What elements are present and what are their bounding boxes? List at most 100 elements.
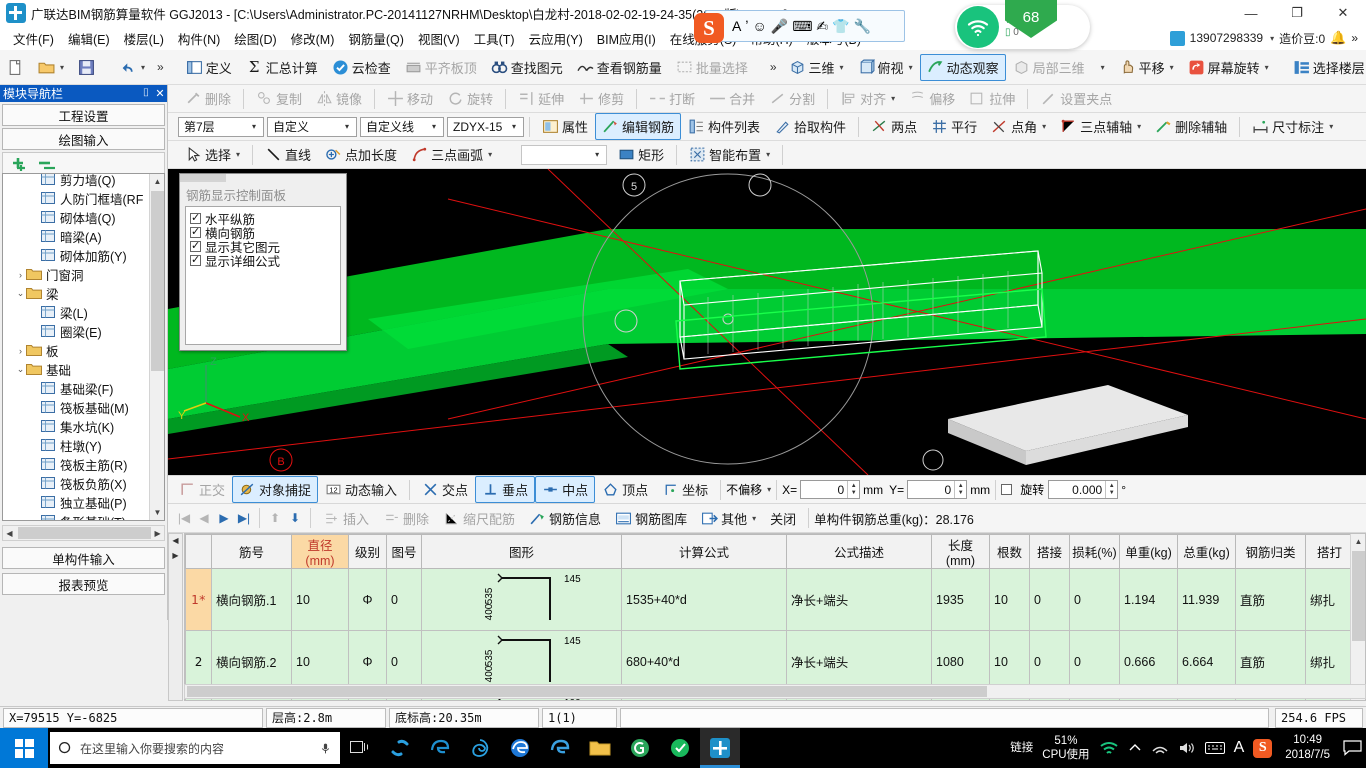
overflow-icon[interactable]: » xyxy=(1351,31,1358,45)
move-down-icon[interactable]: ⬇ xyxy=(285,511,305,525)
find-element-button[interactable]: 查找图元 xyxy=(484,54,570,81)
tree-node-1[interactable]: 人防门框墙(RF xyxy=(3,189,155,208)
chevron-down-icon[interactable]: ▾ xyxy=(1137,122,1141,131)
undo-button[interactable]: ▾ xyxy=(112,55,152,80)
tree-node-9[interactable]: › 板 xyxy=(3,341,155,360)
tree-node-14[interactable]: 柱墩(Y) xyxy=(3,436,155,455)
minimize-button[interactable]: — xyxy=(1228,0,1274,26)
rebar-table-grid[interactable]: 筋号 直径(mm) 级别 图号 图形 计算公式 公式描述 长度(mm) 根数 搭接 损耗(%) 单重(… xyxy=(185,534,1354,700)
checkbox-icon[interactable] xyxy=(190,239,201,252)
cell-category[interactable]: 直筋 xyxy=(1235,568,1306,631)
tree-node-6[interactable]: ⌄ 梁 xyxy=(3,284,155,303)
parallel-axis-button[interactable]: 平行 xyxy=(924,113,984,140)
trim-button[interactable]: 修剪 xyxy=(571,85,631,112)
align-slab-top-button[interactable]: 平齐板顶 xyxy=(398,54,484,81)
cell-rebar-name[interactable]: 横向钢筋.1 xyxy=(211,568,292,631)
column-header-12[interactable]: 单重(kg) xyxy=(1119,534,1178,569)
cell-shape[interactable]: 535 400 145 xyxy=(421,568,622,631)
column-header-6[interactable]: 计算公式 xyxy=(621,534,787,569)
two-point-axis-button[interactable]: 两点 xyxy=(864,113,924,140)
cell-description[interactable]: 净长+端头 xyxy=(786,568,932,631)
pin-icon[interactable]: ⌷ xyxy=(139,87,153,100)
tree-horizontal-scrollbar[interactable]: ◀ ▶ xyxy=(2,525,165,541)
view-rebar-qty-button[interactable]: 查看钢筋量 xyxy=(570,54,669,81)
chevron-down-icon[interactable]: ▾ xyxy=(1265,63,1269,72)
member-select[interactable]: ZDYX-15 ▾ xyxy=(447,116,524,137)
pan-button[interactable]: 平移 ▾ xyxy=(1112,54,1181,81)
account-coins[interactable]: 造价豆:0 xyxy=(1279,30,1325,47)
select-tool-button[interactable]: 选择 ▾ xyxy=(178,141,247,168)
menu-draw[interactable]: 绘图(D) xyxy=(227,27,283,50)
column-header-3[interactable]: 级别 xyxy=(348,534,387,569)
scroll-up-icon[interactable]: ▲ xyxy=(1351,534,1365,549)
model-viewport[interactable]: 5 B Z X Y 钢筋显示控制面板 ✓ 水平纵筋 ✓ 横向钢筋 ✓ 显示其它图… xyxy=(168,169,1366,475)
sogou-tray-icon[interactable]: S xyxy=(1253,738,1273,758)
checkbox-icon[interactable] xyxy=(190,225,201,238)
break-button[interactable]: 打断 xyxy=(642,85,702,112)
dynamic-input-toggle[interactable]: 12 动态输入 xyxy=(318,476,404,503)
other-button[interactable]: 其他 ▾ xyxy=(694,505,763,532)
rebar-library-button[interactable]: 钢筋图库 xyxy=(608,505,694,532)
menu-view[interactable]: 视图(V) xyxy=(411,27,467,50)
close-icon[interactable]: ✕ xyxy=(153,87,167,100)
column-header-15[interactable]: 搭打 xyxy=(1305,534,1354,569)
tree-node-0[interactable]: 剪力墙(Q) xyxy=(3,174,155,189)
ime-punct-icon[interactable]: ʼ xyxy=(745,18,748,34)
rebar-display-control-dialog[interactable]: 钢筋显示控制面板 水平纵筋 横向钢筋 显示其它图元 显示详细公式 xyxy=(179,173,347,351)
remove-icon[interactable] xyxy=(37,157,59,173)
chevron-down-icon[interactable]: ▾ xyxy=(767,485,771,494)
cell-drawing-no[interactable]: 0 xyxy=(386,568,422,631)
column-header-11[interactable]: 损耗(%) xyxy=(1069,534,1120,569)
column-header-9[interactable]: 根数 xyxy=(989,534,1030,569)
model-3d-canvas[interactable]: 5 B Z X Y xyxy=(168,169,1366,475)
tray-cpu-usage[interactable]: 51% CPU使用 xyxy=(1042,734,1089,763)
x-input[interactable]: 0 ▲ ▼ xyxy=(800,480,861,499)
column-header-2[interactable]: 直径(mm) xyxy=(291,534,349,569)
ime-emoji-icon[interactable]: ☺ xyxy=(752,18,766,34)
collapse-left-icon[interactable]: ◀ xyxy=(169,536,182,545)
table-hscroll-thumb[interactable] xyxy=(187,686,987,697)
move-button[interactable]: 移动 xyxy=(380,85,440,112)
maximize-button[interactable]: ❐ xyxy=(1274,0,1320,26)
tray-link-label[interactable]: 链接 xyxy=(1010,741,1033,755)
toolbar-overflow2-icon[interactable]: » xyxy=(765,60,782,74)
menu-modify[interactable]: 修改(M) xyxy=(284,27,342,50)
batch-select-button[interactable]: 批量选择 xyxy=(669,54,755,81)
perpendicular-snap-toggle[interactable]: 垂点 xyxy=(475,476,536,503)
action-center-icon[interactable] xyxy=(1343,740,1362,756)
delete-axis-button[interactable]: 删除辅轴 xyxy=(1148,113,1234,140)
rotate-checkbox[interactable] xyxy=(1001,484,1013,495)
close-button[interactable]: ✕ xyxy=(1320,0,1366,26)
save-button[interactable] xyxy=(71,55,102,80)
midpoint-snap-toggle[interactable]: 中点 xyxy=(535,476,596,503)
nav-tab-drawing-input[interactable]: 绘图输入 xyxy=(2,128,165,150)
ime-mode-icon[interactable]: A xyxy=(732,18,741,34)
delete-row-button[interactable]: 删除 xyxy=(376,505,436,532)
cell-lap-type[interactable]: 绑扎 xyxy=(1305,568,1354,631)
tree-vertical-scrollbar[interactable]: ▲ ▼ xyxy=(149,174,164,520)
menu-floor[interactable]: 楼层(L) xyxy=(117,27,171,50)
tree-node-15[interactable]: 筏板主筋(R) xyxy=(3,455,155,474)
prev-record-icon[interactable]: ◀ xyxy=(194,511,214,525)
nav-tab-project-settings[interactable]: 工程设置 xyxy=(2,104,165,126)
spinner-icon[interactable]: ▲ ▼ xyxy=(954,481,966,498)
tree-node-10[interactable]: ⌄ 基础 xyxy=(3,360,155,379)
table-horizontal-scrollbar[interactable] xyxy=(184,684,1366,699)
taskbar-app-green[interactable] xyxy=(660,728,700,768)
menu-bim[interactable]: BIM应用(I) xyxy=(590,27,663,50)
merge-button[interactable]: 合并 xyxy=(702,85,762,112)
row-number[interactable]: 1* xyxy=(185,568,212,631)
column-header-13[interactable]: 总重(kg) xyxy=(1177,534,1236,569)
checkbox-icon[interactable] xyxy=(190,211,201,224)
table-scroll-thumb[interactable] xyxy=(1352,551,1365,641)
component-tree[interactable]: 剪力墙(Q) 人防门框墙(RF 砌体墙(Q) 暗梁(A) 砌体加筋(Y) › 门窗洞 ⌄ 梁梁(… xyxy=(2,173,165,521)
point-angle-button[interactable]: 点角 ▾ xyxy=(984,113,1053,140)
floor-select[interactable]: 第7层 ▾ xyxy=(178,116,264,137)
tree-node-3[interactable]: 暗梁(A) xyxy=(3,227,155,246)
tree-node-7[interactable]: 梁(L) xyxy=(3,303,155,322)
top-view-button[interactable]: 俯视 ▾ xyxy=(851,54,920,81)
offset-button[interactable]: 偏移 xyxy=(902,85,962,112)
insert-row-button[interactable]: 插入 xyxy=(316,505,376,532)
chevron-up-icon[interactable] xyxy=(1128,741,1142,755)
taskbar-app-edge[interactable] xyxy=(500,728,540,768)
